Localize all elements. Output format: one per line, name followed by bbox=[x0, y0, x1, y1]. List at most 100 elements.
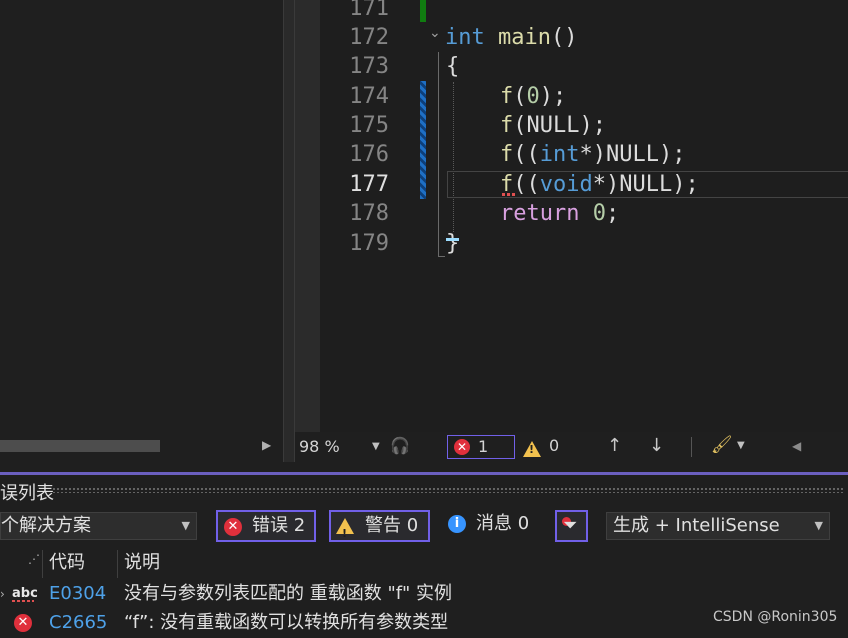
code-line-177[interactable]: f((void*)NULL); bbox=[500, 170, 699, 199]
zoom-level: 98 % bbox=[299, 437, 340, 456]
messages-label: 消息 0 bbox=[476, 513, 530, 534]
function-call: f bbox=[500, 113, 514, 138]
watermark-text: CSDN @Ronin305 bbox=[713, 609, 838, 625]
brace: { bbox=[446, 54, 460, 79]
filter-button[interactable]: ⏷ bbox=[555, 510, 588, 542]
punctuation: ( bbox=[513, 84, 527, 109]
scope-value: 个解决方案 bbox=[1, 515, 91, 536]
code-line-176[interactable]: f((int*)NULL); bbox=[500, 140, 685, 169]
code-line-172[interactable]: int main() bbox=[445, 23, 577, 52]
error-description: 没有与参数列表匹配的 重载函数 "f" 实例 bbox=[124, 583, 453, 604]
chevron-down-icon: ▼ bbox=[372, 441, 380, 452]
drag-grip[interactable] bbox=[52, 487, 844, 493]
warning-icon: ! bbox=[523, 440, 541, 457]
error-list-toolbar: 个解决方案 ▼ ✕ 错误 2 ! 警告 0 i 消息 0 ⏷ 生成 + Inte… bbox=[0, 508, 848, 544]
line-number: 174 bbox=[349, 84, 389, 109]
code-editor[interactable]: 171 172 173 174 175 176 177 178 179 ⌄ in… bbox=[295, 0, 848, 432]
keyword: int bbox=[445, 25, 485, 50]
table-row[interactable]: › abc E0304 没有与参数列表匹配的 重载函数 "f" 实例 bbox=[0, 579, 848, 609]
intellicode-icon[interactable]: 🎧 bbox=[390, 436, 410, 455]
error-code-link[interactable]: C2665 bbox=[49, 608, 107, 638]
punctuation: ; bbox=[605, 201, 620, 226]
warning-count: 0 bbox=[549, 436, 560, 455]
scope-dropdown[interactable]: 个解决方案 ▼ bbox=[0, 512, 197, 540]
scroll-right-arrow-icon[interactable]: ▶ bbox=[262, 438, 271, 452]
keyword: void bbox=[539, 172, 593, 197]
pane-splitter[interactable] bbox=[283, 0, 295, 462]
error-squiggle[interactable] bbox=[502, 193, 516, 196]
block-guide-end bbox=[438, 256, 445, 257]
arrow-down-icon[interactable]: ↓ bbox=[649, 435, 664, 456]
separator bbox=[691, 437, 692, 457]
scrollbar-thumb[interactable] bbox=[0, 440, 160, 452]
column-header-description[interactable]: 说明 bbox=[124, 548, 160, 578]
column-divider[interactable] bbox=[117, 550, 118, 578]
punctuation: (( bbox=[513, 142, 540, 167]
chevron-down-icon: ▼ bbox=[814, 519, 823, 532]
code-line-178[interactable]: return 0; bbox=[500, 199, 619, 228]
error-description: “f”: 没有重载函数可以转换所有参数类型 bbox=[124, 612, 449, 633]
function-name: main bbox=[498, 25, 551, 50]
code-text: *)NULL); bbox=[579, 142, 686, 167]
editor-margin bbox=[295, 0, 320, 432]
function-call: f bbox=[500, 142, 514, 167]
line-number: 178 bbox=[349, 201, 389, 226]
error-list-title-bar[interactable]: 误列表 bbox=[0, 477, 848, 504]
number-literal: 0 bbox=[592, 201, 606, 226]
code-line-174[interactable]: f(0); bbox=[500, 82, 566, 111]
code-line-173[interactable]: { bbox=[446, 52, 459, 81]
info-icon: i bbox=[448, 515, 466, 533]
active-panel-separator bbox=[0, 472, 848, 475]
line-number-current: 177 bbox=[349, 172, 389, 197]
number-literal: 0 bbox=[526, 84, 540, 109]
warnings-filter-button[interactable]: ! 警告 0 bbox=[329, 510, 430, 542]
arrow-up-icon[interactable]: ↑ bbox=[607, 435, 622, 456]
function-call: f bbox=[500, 84, 514, 109]
column-header-code[interactable]: 代码 bbox=[49, 548, 85, 578]
messages-filter-button[interactable]: i 消息 0 bbox=[440, 510, 544, 542]
spell-abc-icon: abc bbox=[12, 579, 38, 609]
editor-status-bar: 98 % ▼ 🎧 ✕ 1 ! 0 ↑ ↓ 🖌 ▼ ◀ bbox=[295, 432, 848, 462]
scroll-left-arrow-icon[interactable]: ◀ bbox=[792, 439, 801, 453]
code-line-175[interactable]: f(NULL); bbox=[500, 111, 606, 140]
code-text: *)NULL); bbox=[592, 172, 699, 197]
left-horizontal-scrollbar[interactable]: ▶ bbox=[0, 432, 283, 462]
brace-match-underline bbox=[446, 238, 459, 241]
expander-icon[interactable]: › bbox=[0, 579, 5, 609]
errors-label: 错误 2 bbox=[252, 515, 306, 536]
error-count-button[interactable]: ✕ 1 bbox=[447, 435, 515, 459]
chevron-down-icon[interactable]: ▼ bbox=[737, 440, 745, 451]
source-dropdown[interactable]: 生成 + IntelliSense ▼ bbox=[606, 512, 830, 540]
errors-filter-button[interactable]: ✕ 错误 2 bbox=[216, 510, 316, 542]
keyword: int bbox=[539, 142, 580, 167]
collapse-chevron-icon[interactable]: ⌄ bbox=[429, 25, 441, 41]
left-tool-pane bbox=[0, 0, 283, 462]
punctuation: (( bbox=[513, 172, 540, 197]
code-text: (NULL); bbox=[513, 113, 606, 138]
line-number: 173 bbox=[349, 54, 389, 79]
punctuation: () bbox=[550, 25, 578, 50]
line-number: 175 bbox=[349, 113, 389, 138]
brace: } bbox=[446, 231, 460, 256]
line-number: 171 bbox=[349, 0, 389, 21]
brush-icon[interactable]: 🖌 bbox=[711, 435, 733, 455]
chevron-down-icon: ▼ bbox=[181, 519, 190, 532]
unsaved-change-marker bbox=[420, 81, 426, 199]
warning-icon: ! bbox=[336, 518, 354, 540]
source-value: 生成 + IntelliSense bbox=[613, 515, 780, 536]
error-circle-icon: ✕ bbox=[14, 614, 32, 632]
error-count: 1 bbox=[478, 437, 489, 456]
line-number: 179 bbox=[349, 231, 389, 256]
error-code-link[interactable]: E0304 bbox=[49, 579, 106, 609]
keyword: return bbox=[500, 201, 580, 226]
saved-change-marker bbox=[420, 0, 426, 22]
filter-icon: ⏷ bbox=[563, 515, 578, 536]
block-guide bbox=[438, 52, 439, 257]
warnings-label: 警告 0 bbox=[365, 515, 419, 536]
zoom-dropdown[interactable]: 98 % ▼ bbox=[297, 436, 383, 458]
code-line-179[interactable]: } bbox=[446, 229, 459, 258]
column-options-icon[interactable]: ⋰ bbox=[28, 544, 40, 574]
column-divider[interactable] bbox=[42, 550, 43, 578]
warning-count-button[interactable]: ! 0 bbox=[523, 436, 559, 457]
error-circle-icon: ✕ bbox=[454, 439, 470, 455]
